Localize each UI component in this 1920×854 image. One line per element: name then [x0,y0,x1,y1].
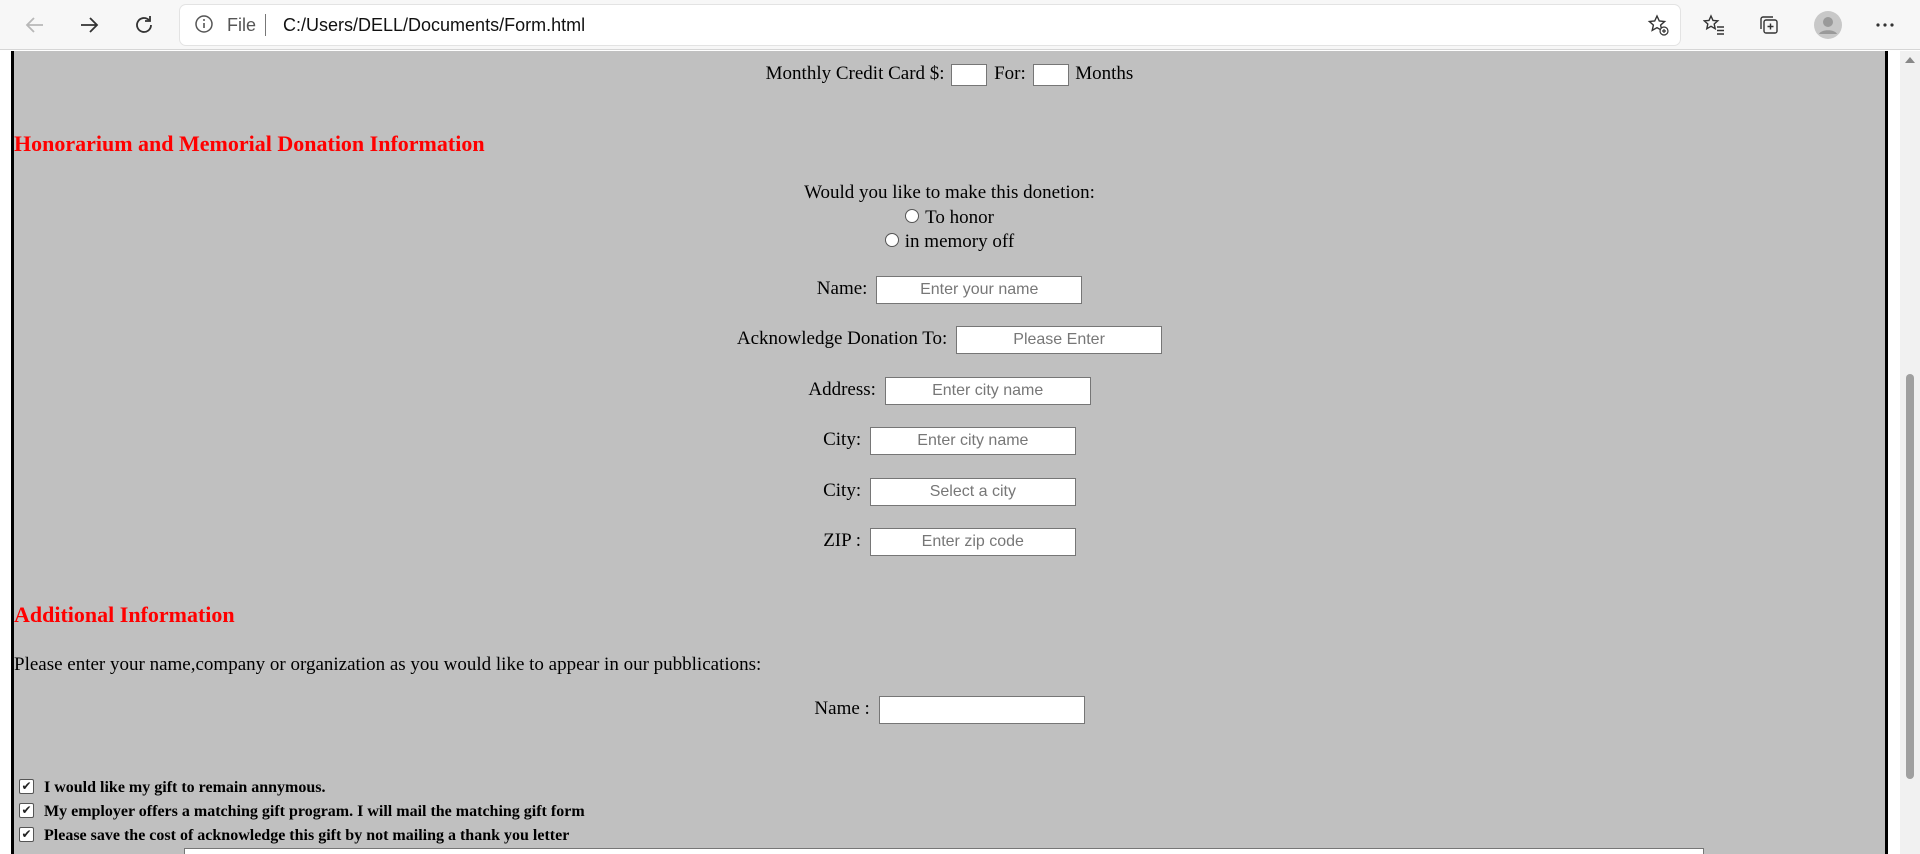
url-text[interactable]: C:/Users/DELL/Documents/Form.html [283,15,585,36]
city-select-label: City: [823,480,862,501]
acknowledge-row: Acknowledge Donation To: Please Enter [14,325,1885,354]
scroll-up-arrow-icon[interactable] [1905,57,1915,63]
more-icon[interactable] [1867,7,1903,43]
memory-radio[interactable] [884,232,899,247]
city-select-row: City: Select a city [14,477,1885,506]
zip-label: ZIP : [823,530,862,551]
memory-option-row: in memory off [14,228,1885,256]
city-label: City: [823,429,862,450]
no-letter-checkbox-row: ✔ Please save the cost of acknowledge th… [19,826,570,845]
acknowledge-label: Acknowledge Donation To: [736,328,948,349]
vertical-scrollbar[interactable] [1900,51,1920,854]
partially-visible-field[interactable] [184,848,1704,854]
anonymous-checkbox[interactable]: ✔ [19,778,34,794]
publication-name-row: Name : [14,695,1885,724]
page-viewport: Monthly Credit Card $: For: Months Honor… [0,51,1920,854]
months-count-input[interactable] [1032,63,1069,86]
address-bar[interactable]: File C:/Users/DELL/Documents/Form.html [180,5,1680,45]
profile-icon[interactable] [1810,7,1846,43]
donation-question: Would you like to make this donetion: [804,182,1095,203]
anonymous-checkbox-row: ✔ I would like my gift to remain annymou… [19,778,326,797]
favorites-icon[interactable] [1696,7,1732,43]
anonymous-checkbox-label: I would like my gift to remain annymous. [44,779,326,796]
monthly-credit-row: Monthly Credit Card $: For: Months [14,60,1885,88]
honor-option-label: To honor [925,207,994,228]
collections-icon[interactable] [1751,7,1787,43]
honoree-name-row: Name: Enter your name [14,275,1885,304]
no-letter-checkbox[interactable]: ✔ [19,826,34,842]
publication-name-instruction: Please enter your name,company or organi… [14,654,762,675]
matching-gift-checkbox[interactable]: ✔ [19,802,34,818]
star-plus-icon[interactable] [1644,11,1672,39]
memory-option-label: in memory off [904,231,1015,252]
publication-name-input[interactable] [878,695,1085,724]
info-icon[interactable] [194,14,214,39]
matching-gift-checkbox-row: ✔ My employer offers a matching gift pro… [19,802,585,821]
address-input[interactable]: Enter city name [884,376,1091,405]
form-page: Monthly Credit Card $: For: Months Honor… [11,51,1888,854]
months-label: Months [1075,63,1134,84]
monthly-credit-label: Monthly Credit Card $: [765,63,945,84]
monthly-amount-input[interactable] [951,63,988,86]
zip-input[interactable]: Enter zip code [869,527,1076,556]
honoree-name-input[interactable]: Enter your name [876,275,1083,304]
city-row: City: Enter city name [14,426,1885,455]
city-input[interactable]: Enter city name [869,426,1076,455]
acknowledge-input[interactable]: Please Enter [956,325,1163,354]
forward-arrow-icon[interactable] [71,7,107,43]
honor-radio[interactable] [905,208,920,223]
matching-gift-checkbox-label: My employer offers a matching gift progr… [44,803,585,820]
address-row: Address: Enter city name [14,376,1885,405]
address-label: Address: [808,379,876,400]
browser-toolbar: File C:/Users/DELL/Documents/Form.html [0,0,1920,50]
for-label: For: [994,63,1026,84]
zip-row: ZIP : Enter zip code [14,527,1885,556]
file-label: File [227,15,257,35]
publication-name-label: Name : [814,698,870,719]
refresh-icon[interactable] [126,7,162,43]
no-letter-checkbox-label: Please save the cost of acknowledge this… [44,827,570,844]
address-separator [265,14,266,36]
back-arrow-icon[interactable] [17,7,53,43]
city-select-input[interactable]: Select a city [869,477,1076,506]
honoree-name-label: Name: [816,278,868,299]
additional-heading: Additional Information [14,602,235,627]
scroll-thumb[interactable] [1906,374,1914,779]
honorarium-heading: Honorarium and Memorial Donation Informa… [14,131,485,156]
